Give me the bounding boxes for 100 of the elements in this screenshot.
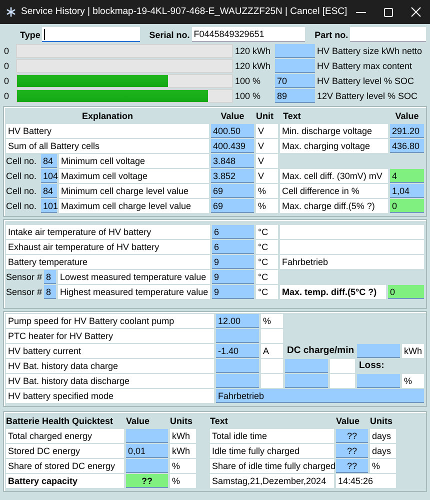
parameter-label: Battery temperature — [6, 255, 210, 269]
text-cursor-icon — [44, 29, 46, 40]
unit-label: % — [402, 374, 424, 388]
gauge-maximum: 120 kWh — [235, 60, 272, 73]
unit-label: % — [261, 314, 283, 328]
parameter-label: Max. temp. diff.(5°C ?) — [280, 285, 386, 299]
cell-label: Cell no. — [6, 200, 38, 213]
column-header: Units — [170, 415, 194, 428]
value-field: 3.852 — [211, 169, 254, 183]
gauge-count: 0 — [4, 75, 10, 88]
status-text: Fahrbetrieb — [280, 255, 424, 269]
cell-label: Cell no. — [6, 185, 38, 198]
maximize-icon[interactable] — [384, 8, 394, 16]
unit-label: V — [256, 124, 278, 138]
gauge-label: HV Battery max content — [317, 60, 414, 73]
parameter-label: Share of idle time fully charged — [210, 459, 334, 473]
value-field: 0 — [388, 285, 424, 299]
column-header: Value — [394, 110, 420, 123]
parameter-label: HV battery current — [6, 344, 214, 358]
column-header: Units — [370, 415, 394, 428]
parameter-label: Lowest measured temperature value — [58, 270, 210, 284]
gauge-maximum: 100 % — [235, 75, 262, 88]
unit-label: days — [370, 444, 396, 458]
parameter-label: Minimum cell charge level value — [59, 184, 209, 198]
unit-label: % — [170, 459, 196, 473]
field-label: Type — [20, 28, 40, 42]
input-field[interactable] — [350, 27, 426, 42]
sensor-label: Sensor # — [6, 286, 42, 299]
input-field[interactable]: F0445849329651 — [192, 27, 305, 42]
value-field: ?? — [126, 474, 168, 488]
value-field: 6 — [212, 240, 254, 254]
parameter-label: Pump speed for HV Battery coolant pump — [6, 314, 214, 328]
value-field: 69 — [211, 199, 254, 213]
value-field: 9 — [212, 255, 254, 269]
parameter-label: HV Bat. history data charge — [6, 359, 214, 373]
value-field: 436.80 — [390, 139, 424, 153]
section-label: Loss: — [358, 359, 386, 373]
field-label: Part no. — [314, 28, 348, 42]
unit-label: °C — [256, 270, 278, 284]
cell-number-field: 101 — [41, 199, 57, 213]
value-field: 70 — [275, 74, 315, 88]
unit-box — [261, 329, 283, 343]
parameter-label: Highest measured temperature value — [58, 285, 210, 299]
column-header: Value — [126, 415, 151, 428]
value-field: 1,04 — [390, 184, 424, 198]
unit-label: °C — [256, 225, 278, 239]
parameter-label: HV battery specified mode — [6, 389, 214, 403]
value-field — [285, 359, 328, 373]
unit-label: V — [256, 169, 278, 183]
parameter-label: Max. charge diff.(5% ?) — [280, 199, 388, 213]
parameter-label: Idle time fully charged — [210, 444, 334, 458]
cell-number-field: 84 — [41, 184, 57, 198]
value-field: 9 — [212, 270, 254, 284]
value-field: -1.40 — [216, 344, 259, 358]
unit-label: °C — [256, 285, 278, 299]
gauge-label: HV Battery level % SOC — [317, 75, 416, 88]
unit-label: °C — [256, 255, 278, 269]
parameter-label: Total charged energy — [6, 429, 124, 443]
parameter-label: Max. cell diff. (30mV) mV — [280, 169, 388, 183]
unit-label: V — [256, 139, 278, 153]
column-header: Value — [220, 110, 246, 123]
cell-number-field: 104 — [41, 169, 57, 183]
unit-label: kWh — [170, 429, 196, 443]
unit-label: days — [370, 429, 396, 443]
unit-label: % — [370, 459, 396, 473]
unit-label: % — [256, 184, 278, 198]
input-field[interactable] — [42, 27, 140, 42]
parameter-label: Cell difference in % — [280, 184, 388, 198]
parameter-label: Stored DC energy — [6, 444, 124, 458]
window-title: Service History | blockmap-19-4KL-907-468-E_WAUZZZF25N | Cancel [ESC] — [21, 5, 348, 19]
parameter-label: Intake air temperature of HV battery — [6, 225, 210, 239]
unit-label: A — [261, 344, 283, 358]
value-field: ?? — [336, 429, 368, 443]
value-field — [285, 374, 328, 388]
value-field: Fahrbetrieb — [216, 389, 424, 403]
value-field: ?? — [336, 444, 368, 458]
value-field: 6 — [212, 225, 254, 239]
unit-box — [330, 374, 355, 388]
parameter-label: Total idle time — [210, 429, 334, 443]
gauge-label: 12V Battery level % SOC — [317, 90, 419, 103]
value-field — [357, 374, 400, 388]
sensor-number-field: 8 — [44, 270, 56, 284]
gauge-maximum: 100 % — [235, 90, 262, 103]
column-header: Batterie Health Quicktest — [6, 415, 114, 428]
parameter-label: Maximum cell voltage — [59, 169, 209, 183]
value-field: 9 — [212, 285, 254, 299]
value-field: 0,01 — [126, 444, 168, 458]
unit-box — [261, 374, 283, 388]
sensor-label: Sensor # — [6, 271, 42, 284]
value-field: 89 — [275, 89, 315, 103]
value-field — [216, 359, 259, 373]
parameter-label: Max. charging voltage — [280, 139, 388, 153]
value-field: 400.439 — [211, 139, 254, 153]
unit-label: V — [256, 154, 278, 168]
parameter-label: HV Bat. history data discharge — [6, 374, 214, 388]
parameter-label: Battery capacity — [6, 474, 124, 488]
close-icon[interactable] — [411, 7, 422, 17]
value-field: 12.00 — [216, 314, 259, 328]
parameter-label: Min. discharge voltage — [280, 124, 388, 138]
parameter-label: Minimum cell voltage — [59, 154, 209, 168]
